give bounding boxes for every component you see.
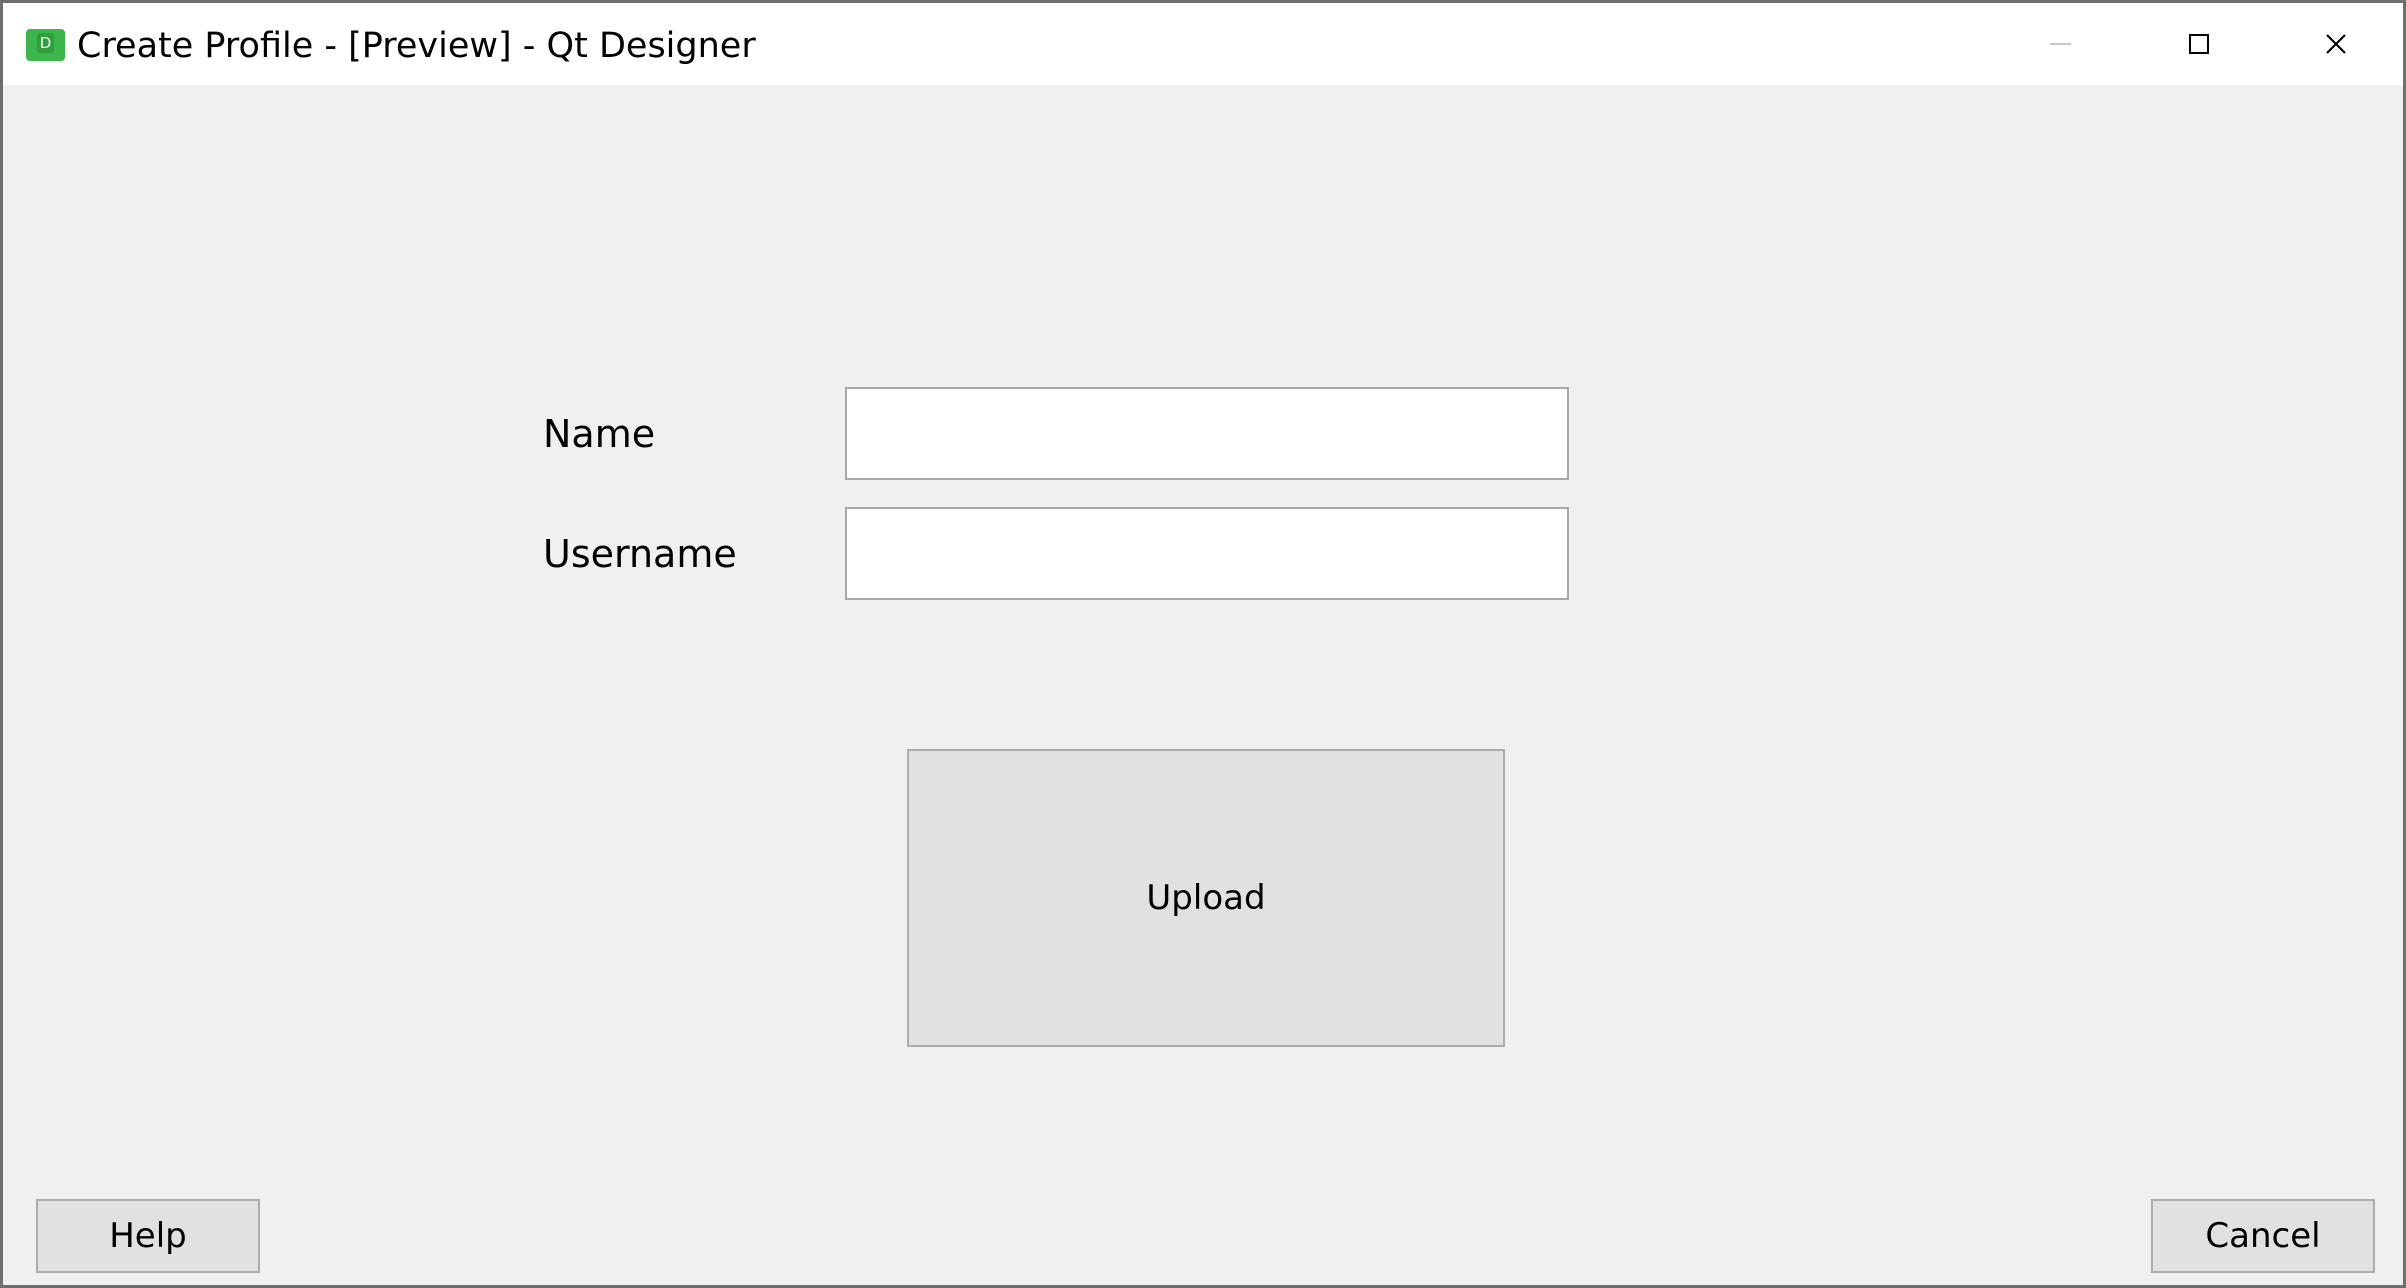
close-icon [2326,34,2346,54]
maximize-button[interactable] [2131,3,2269,85]
upload-button[interactable]: Upload [907,749,1505,1047]
help-button[interactable]: Help [36,1199,260,1273]
window-title: Create Profile - [Preview] - Qt Designer [77,26,756,66]
username-label: Username [543,532,737,576]
dialog-window: D Create Profile - [Preview] - Qt Design… [0,0,2406,1288]
cancel-button[interactable]: Cancel [2151,1199,2375,1273]
username-input[interactable] [847,509,1567,598]
cancel-button-label: Cancel [2205,1216,2321,1256]
close-button[interactable] [2269,3,2403,85]
minimize-button[interactable] [1993,3,2131,85]
name-label: Name [543,412,656,456]
maximize-icon [2189,34,2209,54]
dialog-content: Name Username Upload Help Cancel [3,85,2403,1285]
help-button-label: Help [109,1216,187,1256]
qt-designer-app-icon: D [26,29,65,61]
minimize-icon [2050,43,2071,45]
app-icon-letter: D [37,33,54,53]
upload-button-label: Upload [1146,878,1266,918]
title-bar[interactable]: D Create Profile - [Preview] - Qt Design… [3,3,2403,85]
name-field[interactable] [845,387,1569,480]
name-input[interactable] [847,389,1567,478]
username-field[interactable] [845,507,1569,600]
